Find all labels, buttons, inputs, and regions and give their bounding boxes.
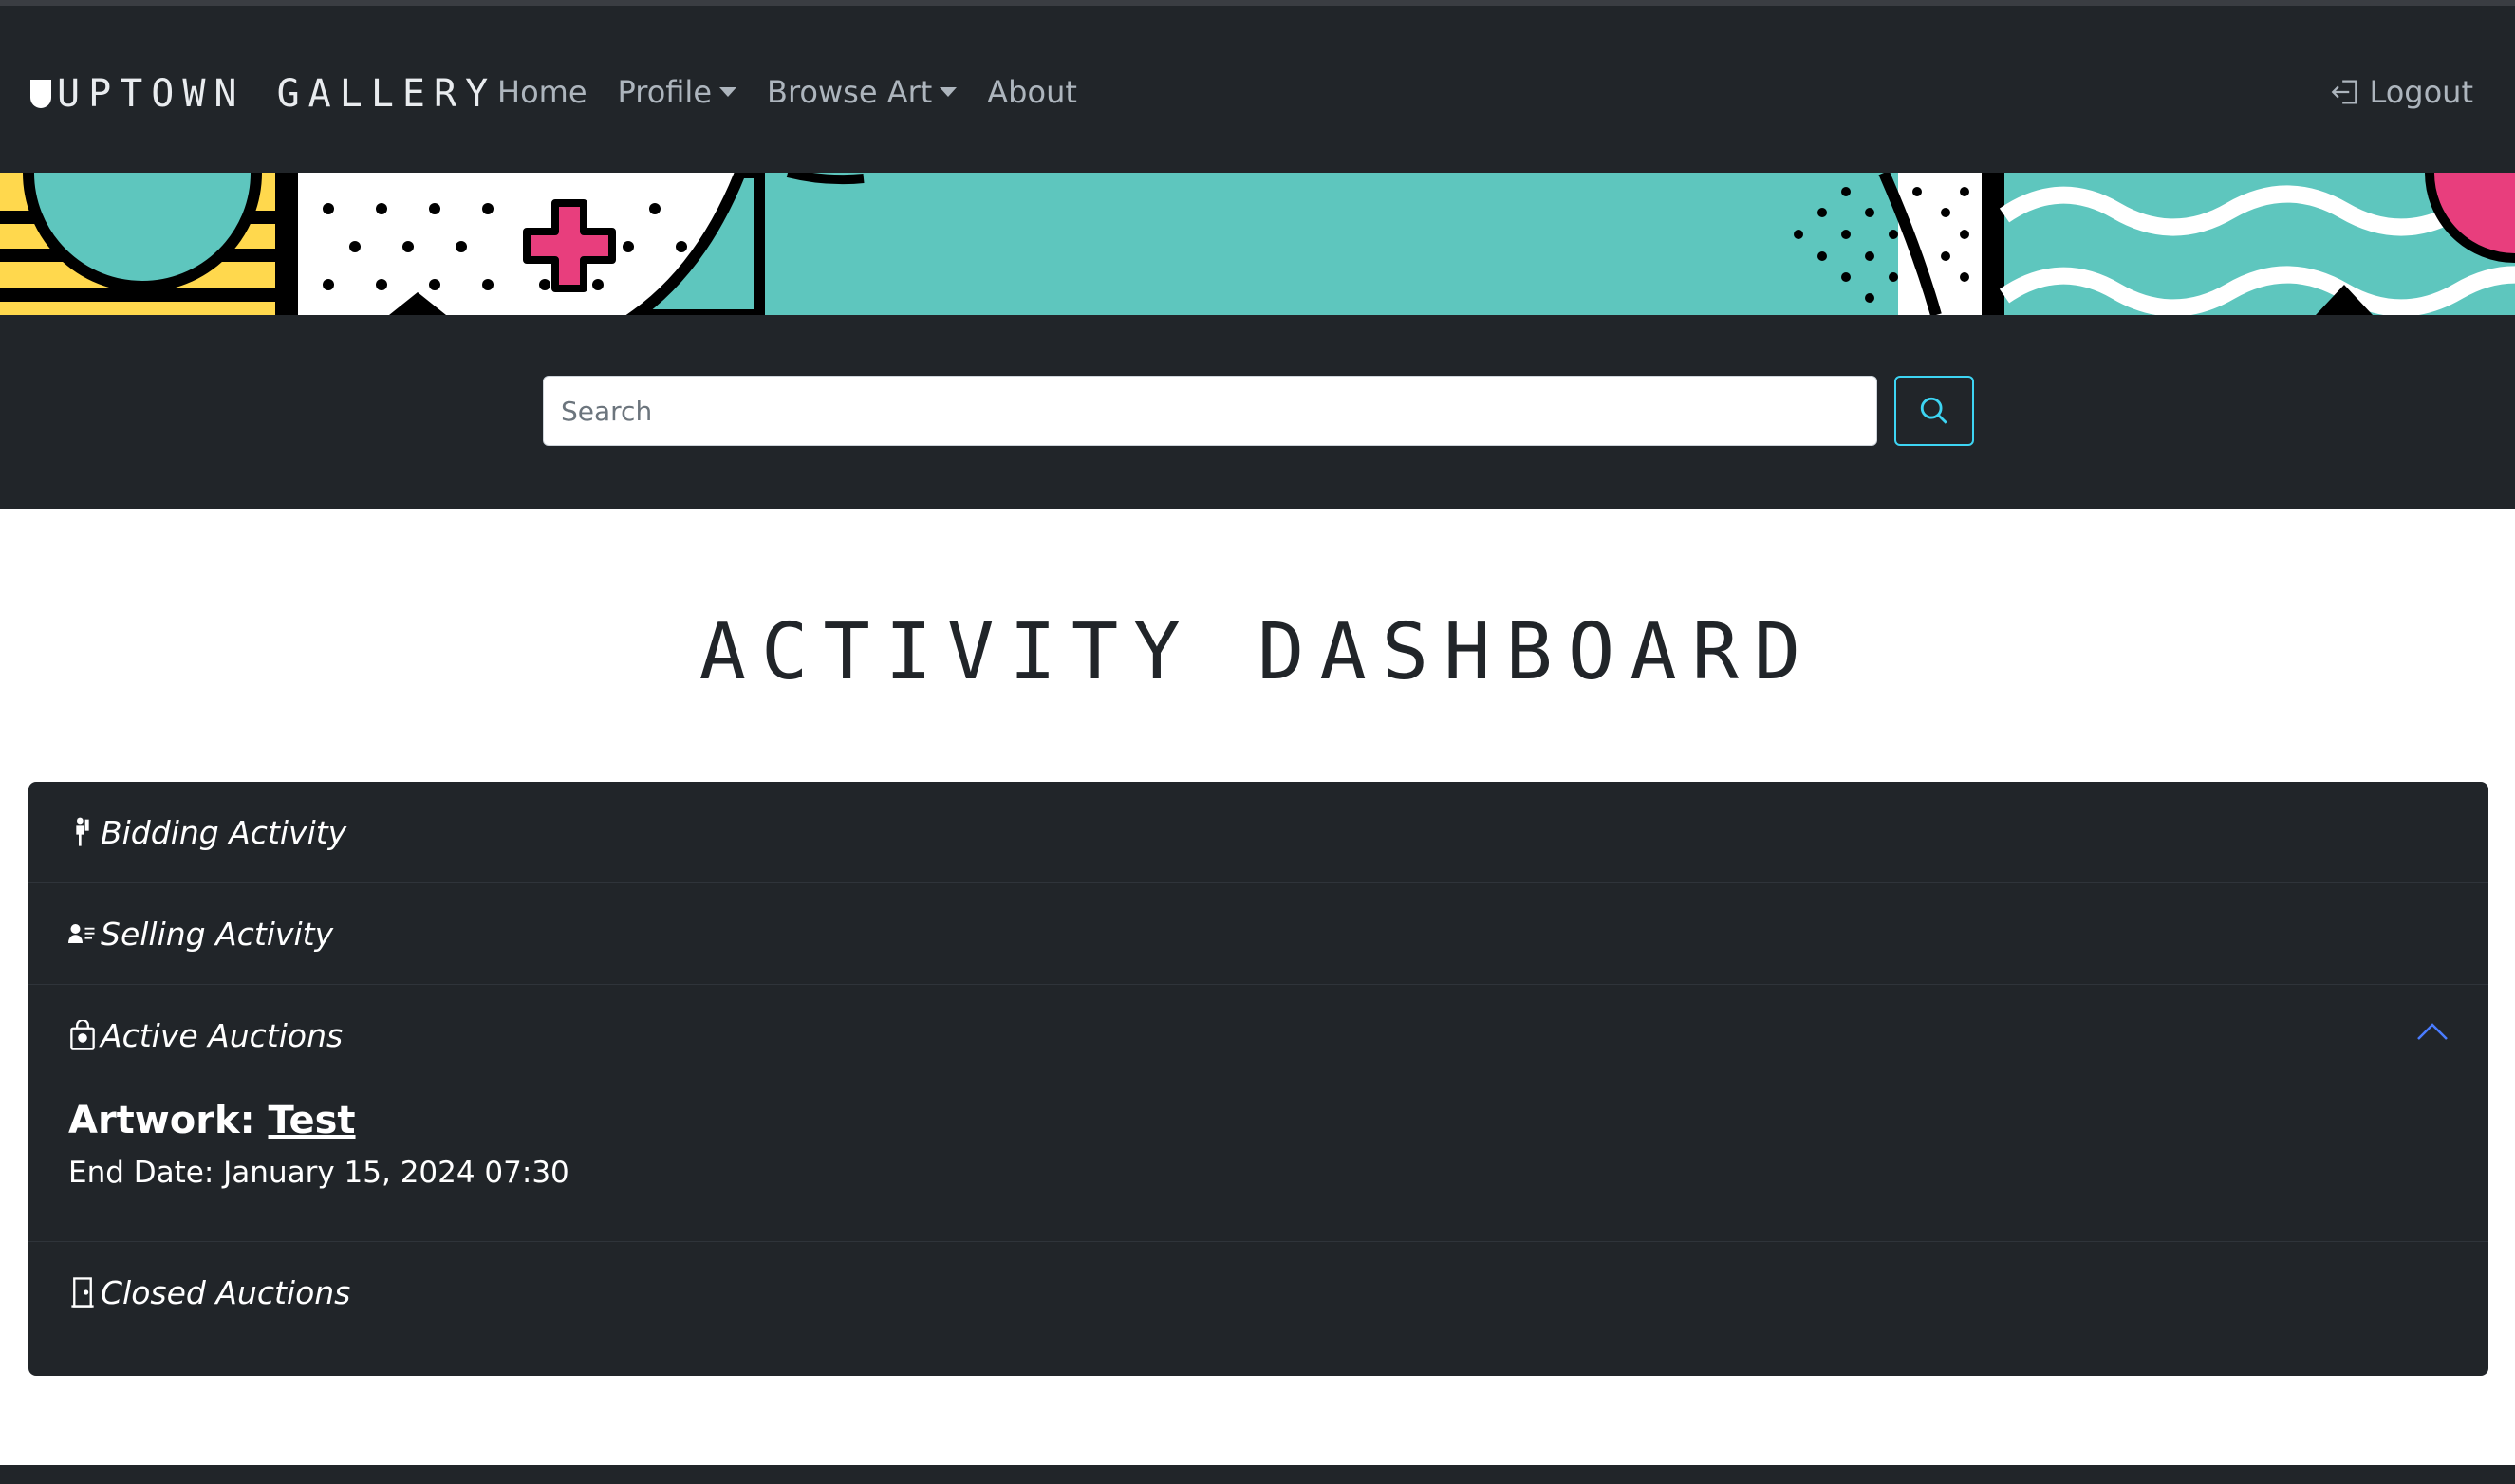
accordion-header-closed-auctions[interactable]: Closed Auctions: [28, 1242, 2488, 1343]
accordion-label-closed-auctions: Closed Auctions: [101, 1273, 351, 1311]
accordion-label-active-auctions: Active Auctions: [101, 1016, 344, 1054]
activity-accordion: Bidding Activity Selling Activity Active…: [28, 782, 2488, 1376]
header-banner-image: [0, 173, 2515, 315]
door-icon: [68, 1276, 97, 1308]
accordion-header-bidding[interactable]: Bidding Activity: [28, 782, 2488, 882]
brand-mark-icon: [30, 80, 51, 108]
nav-home-label: Home: [497, 74, 587, 110]
active-auction-entry: Artwork: Test End Date: January 15, 2024…: [28, 1085, 2488, 1241]
caret-down-icon: [719, 87, 736, 97]
accordion-label-selling: Selling Activity: [101, 915, 334, 953]
search-bar: [0, 315, 2515, 509]
nav-links: Home Profile Browse Art About: [497, 74, 1077, 110]
bidder-icon: [68, 816, 97, 848]
search-button[interactable]: [1894, 376, 1974, 446]
accordion-label-bidding: Bidding Activity: [101, 813, 347, 851]
caret-down-icon: [940, 87, 958, 97]
nav-profile-label: Profile: [617, 74, 713, 110]
artwork-line: Artwork: Test: [68, 1099, 2449, 1142]
brand-logo[interactable]: UPTOWN GALLERY: [30, 72, 496, 116]
nav-profile-dropdown[interactable]: Profile: [617, 74, 736, 110]
accordion-item-closed-auctions: Closed Auctions: [28, 1242, 2488, 1343]
nav-about-label: About: [987, 74, 1077, 110]
footer-bar: [0, 1465, 2515, 1484]
navbar: UPTOWN GALLERY Home Profile Browse Art A…: [0, 6, 2515, 173]
logout-icon: [2332, 80, 2357, 104]
page-title: ACTIVITY DASHBOARD: [699, 607, 1816, 697]
search-input[interactable]: [543, 376, 1877, 446]
accordion-item-bidding: Bidding Activity: [28, 782, 2488, 883]
chevron-up-icon: [2417, 1023, 2448, 1040]
nav-browse-art-label: Browse Art: [767, 74, 933, 110]
accordion-item-selling: Selling Activity: [28, 883, 2488, 985]
nav-about[interactable]: About: [987, 74, 1077, 110]
accordion-header-active-auctions[interactable]: Active Auctions: [28, 985, 2488, 1085]
nav-browse-art-dropdown[interactable]: Browse Art: [767, 74, 958, 110]
brand-name: UPTOWN GALLERY: [57, 72, 497, 116]
artwork-label: Artwork:: [68, 1099, 255, 1142]
logout-button[interactable]: Logout: [2329, 74, 2473, 110]
accordion-item-active-auctions: Active Auctions Artwork: Test End Date: …: [28, 985, 2488, 1242]
artwork-title-link[interactable]: Test: [269, 1099, 356, 1142]
seller-icon: [68, 918, 97, 950]
accordion-header-selling[interactable]: Selling Activity: [28, 883, 2488, 984]
auction-end-date: End Date: January 15, 2024 07:30: [68, 1156, 569, 1190]
search-icon: [1920, 397, 1947, 424]
banner-pattern: [0, 173, 2515, 315]
logout-label: Logout: [2369, 74, 2473, 110]
nav-home[interactable]: Home: [497, 74, 587, 110]
bag-icon: [68, 1019, 97, 1051]
